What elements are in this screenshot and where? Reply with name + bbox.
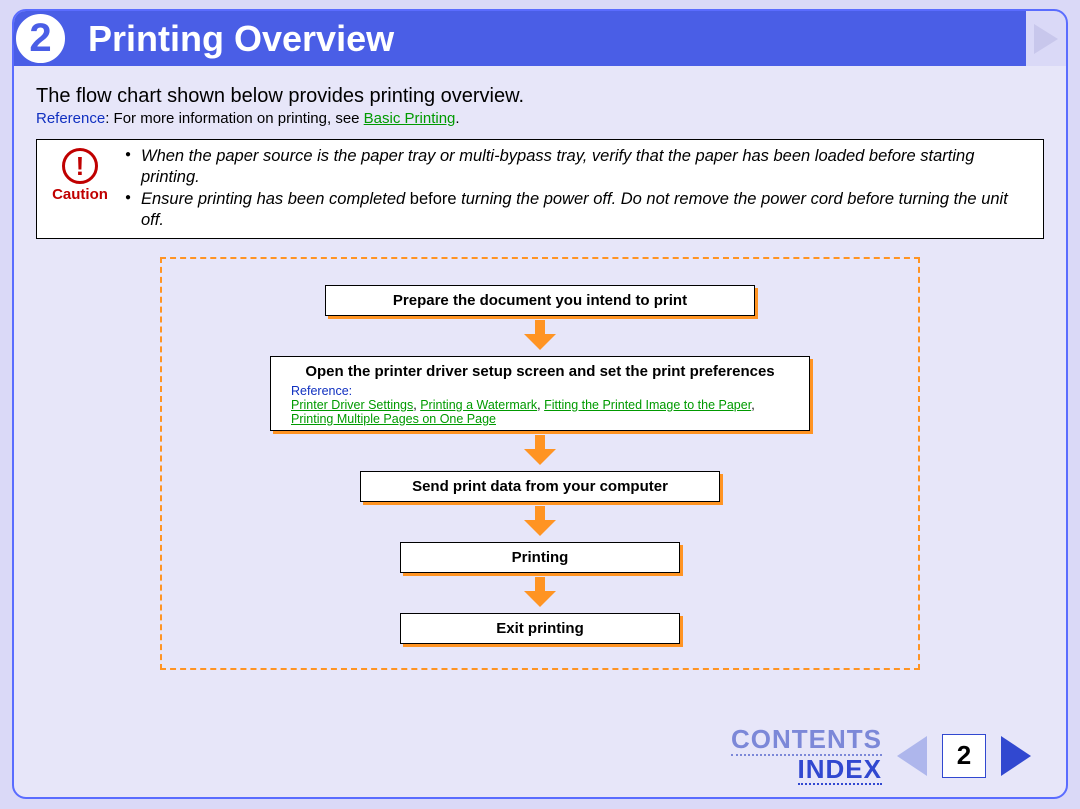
arrow-down-icon (524, 320, 556, 350)
reference-line: Reference: For more information on print… (36, 110, 1044, 127)
content-area: The flow chart shown below provides prin… (14, 69, 1066, 797)
flow-step-2-title: Open the printer driver setup screen and… (285, 363, 795, 380)
arrow-down-icon (524, 435, 556, 465)
caution-box: ! Caution When the paper source is the p… (36, 139, 1044, 239)
flow-step-4: Printing (400, 542, 680, 573)
caution-icon: ! (62, 148, 98, 184)
page-title: Printing Overview (88, 18, 394, 60)
arrow-down-icon (524, 577, 556, 607)
prev-page-button[interactable] (892, 732, 932, 780)
chapter-number-badge: 2 (13, 11, 68, 66)
flow-step-1: Prepare the document you intend to print (325, 285, 755, 316)
contents-link[interactable]: CONTENTS (731, 726, 882, 755)
reference-label: Reference (36, 110, 105, 127)
arrow-down-icon (524, 506, 556, 536)
footer-nav: CONTENTS INDEX 2 (731, 726, 1036, 785)
page-frame: 2 Printing Overview The flow chart shown… (12, 9, 1068, 799)
flow-step-5: Exit printing (400, 613, 680, 644)
basic-printing-link[interactable]: Basic Printing (364, 110, 456, 127)
flow-step-3: Send print data from your computer (360, 471, 720, 502)
flow-step-2-ref-label: Reference: (291, 384, 352, 398)
flow-step-2: Open the printer driver setup screen and… (270, 356, 810, 431)
reference-text: : For more information on printing, see (105, 110, 363, 127)
next-page-button[interactable] (996, 732, 1036, 780)
header-next-icon[interactable] (1026, 11, 1066, 66)
caution-item-1: When the paper source is the paper tray … (125, 146, 1033, 189)
flow-ref-link[interactable]: Printing Multiple Pages on One Page (291, 412, 496, 426)
caution-label: Caution (45, 186, 115, 203)
intro-text: The flow chart shown below provides prin… (36, 85, 1044, 108)
flowchart: Prepare the document you intend to print… (160, 257, 920, 670)
flow-ref-link[interactable]: Printing a Watermark (420, 398, 537, 412)
flow-ref-link[interactable]: Printer Driver Settings (291, 398, 413, 412)
caution-item-2: Ensure printing has been completed befor… (125, 189, 1033, 232)
page-number: 2 (942, 734, 986, 778)
chapter-header: 2 Printing Overview (14, 11, 1066, 66)
index-link[interactable]: INDEX (798, 756, 882, 785)
flow-ref-link[interactable]: Fitting the Printed Image to the Paper (544, 398, 751, 412)
